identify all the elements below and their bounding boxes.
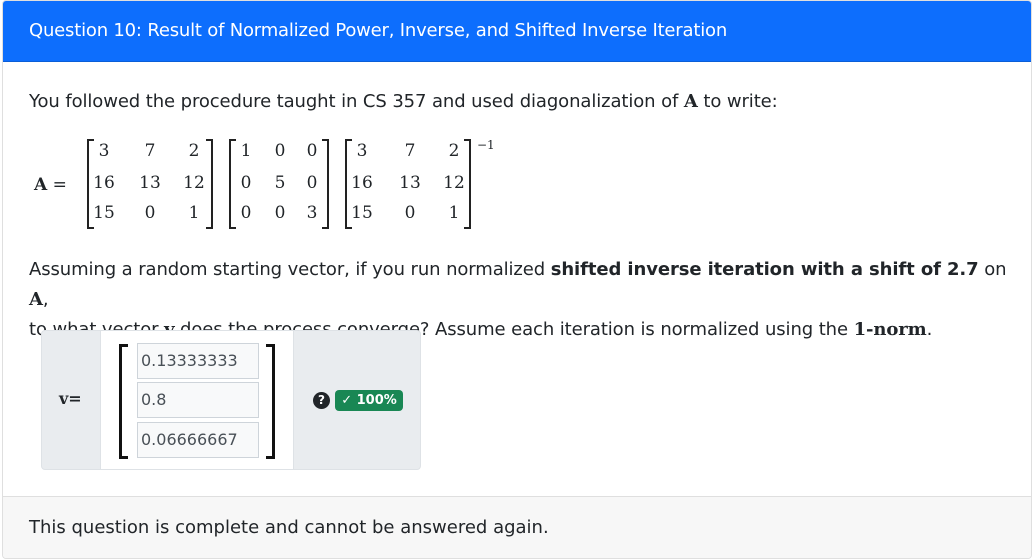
intro-text: You followed the procedure taught in CS … [29, 91, 778, 112]
vector-input-group: 0.13333333 0.8 0.06666667 [100, 331, 294, 469]
question-title: Question 10: Result of Normalized Power,… [29, 20, 728, 41]
right-bracket [266, 344, 275, 459]
matrix-cell: 1 [448, 203, 460, 223]
matrix-cell: 1 [188, 203, 200, 223]
matrix-cell: 3 [356, 141, 368, 161]
question-footer: This question is complete and cannot be … [3, 496, 1031, 558]
equation-lhs: A = [34, 175, 67, 195]
intro-part: to write: [697, 91, 778, 112]
answer-panel: v= 0.13333333 0.8 0.06666667 ? ✓ 100% [41, 330, 421, 470]
question-card: Question 10: Result of Normalized Power,… [2, 0, 1032, 559]
matrix-cell: 3 [98, 141, 110, 161]
matrix-name: A [683, 91, 698, 112]
diagonalization-equation: A = 3 7 2 16 13 12 15 0 1 100050003 3 7 2 16 13 12 15 0… [29, 136, 549, 236]
question-header: Question 10: Result of Normalized Power,… [3, 1, 1031, 62]
vector-entry-3[interactable]: 0.06666667 [137, 422, 259, 458]
matrix-cell: 0 [306, 141, 318, 161]
vector-label: v= [59, 389, 82, 408]
question-part: on [978, 259, 1007, 280]
inverse-exponent: −1 [477, 138, 495, 152]
matrix-cell: 0 [404, 203, 416, 223]
matrix-cell: 0 [240, 203, 252, 223]
matrix-cell: 16 [351, 173, 373, 193]
matrix-cell: 16 [93, 173, 115, 193]
matrix-cell: 3 [306, 203, 318, 223]
vector-entry-1[interactable]: 0.13333333 [137, 343, 259, 379]
matrix-cell: 13 [139, 173, 161, 193]
question-part: Assuming a random starting vector, if yo… [29, 259, 551, 280]
matrix-cell: 12 [183, 173, 205, 193]
left-bracket [119, 344, 128, 459]
matrix-cell: 7 [144, 141, 156, 161]
matrix-eigenvectors-inverse: 3 7 2 16 13 12 15 0 1 [345, 139, 471, 229]
question-part: , [42, 289, 49, 310]
intro-part: You followed the procedure taught in CS … [29, 91, 684, 112]
matrix-cell: 0 [144, 203, 156, 223]
matrix-eigenvectors: 3 7 2 16 13 12 15 0 1 [87, 139, 213, 229]
matrix-cell: 15 [351, 203, 373, 223]
question-shift: shifted inverse iteration with a shift o… [550, 259, 979, 280]
matrix-cell: 0 [274, 203, 286, 223]
norm-name: 1-norm [853, 319, 927, 340]
question-part: . [926, 319, 933, 340]
score-badge: ✓ 100% [335, 390, 403, 411]
completion-message: This question is complete and cannot be … [29, 517, 549, 538]
matrix-cell: 12 [443, 173, 465, 193]
matrix-cell: 0 [274, 141, 286, 161]
matrix-cell: 5 [274, 173, 286, 193]
matrix-cell: 7 [404, 141, 416, 161]
matrix-cell: 15 [93, 203, 115, 223]
vector-entry-2[interactable]: 0.8 [137, 382, 259, 418]
matrix-cell: 2 [188, 141, 200, 161]
matrix-cell: 1 [240, 141, 252, 161]
help-icon[interactable]: ? [313, 392, 330, 409]
matrix-diagonal: 100050003 [229, 139, 329, 229]
matrix-name: A [29, 289, 43, 310]
matrix-cell: 2 [448, 141, 460, 161]
matrix-cell: 0 [240, 173, 252, 193]
matrix-cell: 0 [306, 173, 318, 193]
matrix-cell: 13 [399, 173, 421, 193]
